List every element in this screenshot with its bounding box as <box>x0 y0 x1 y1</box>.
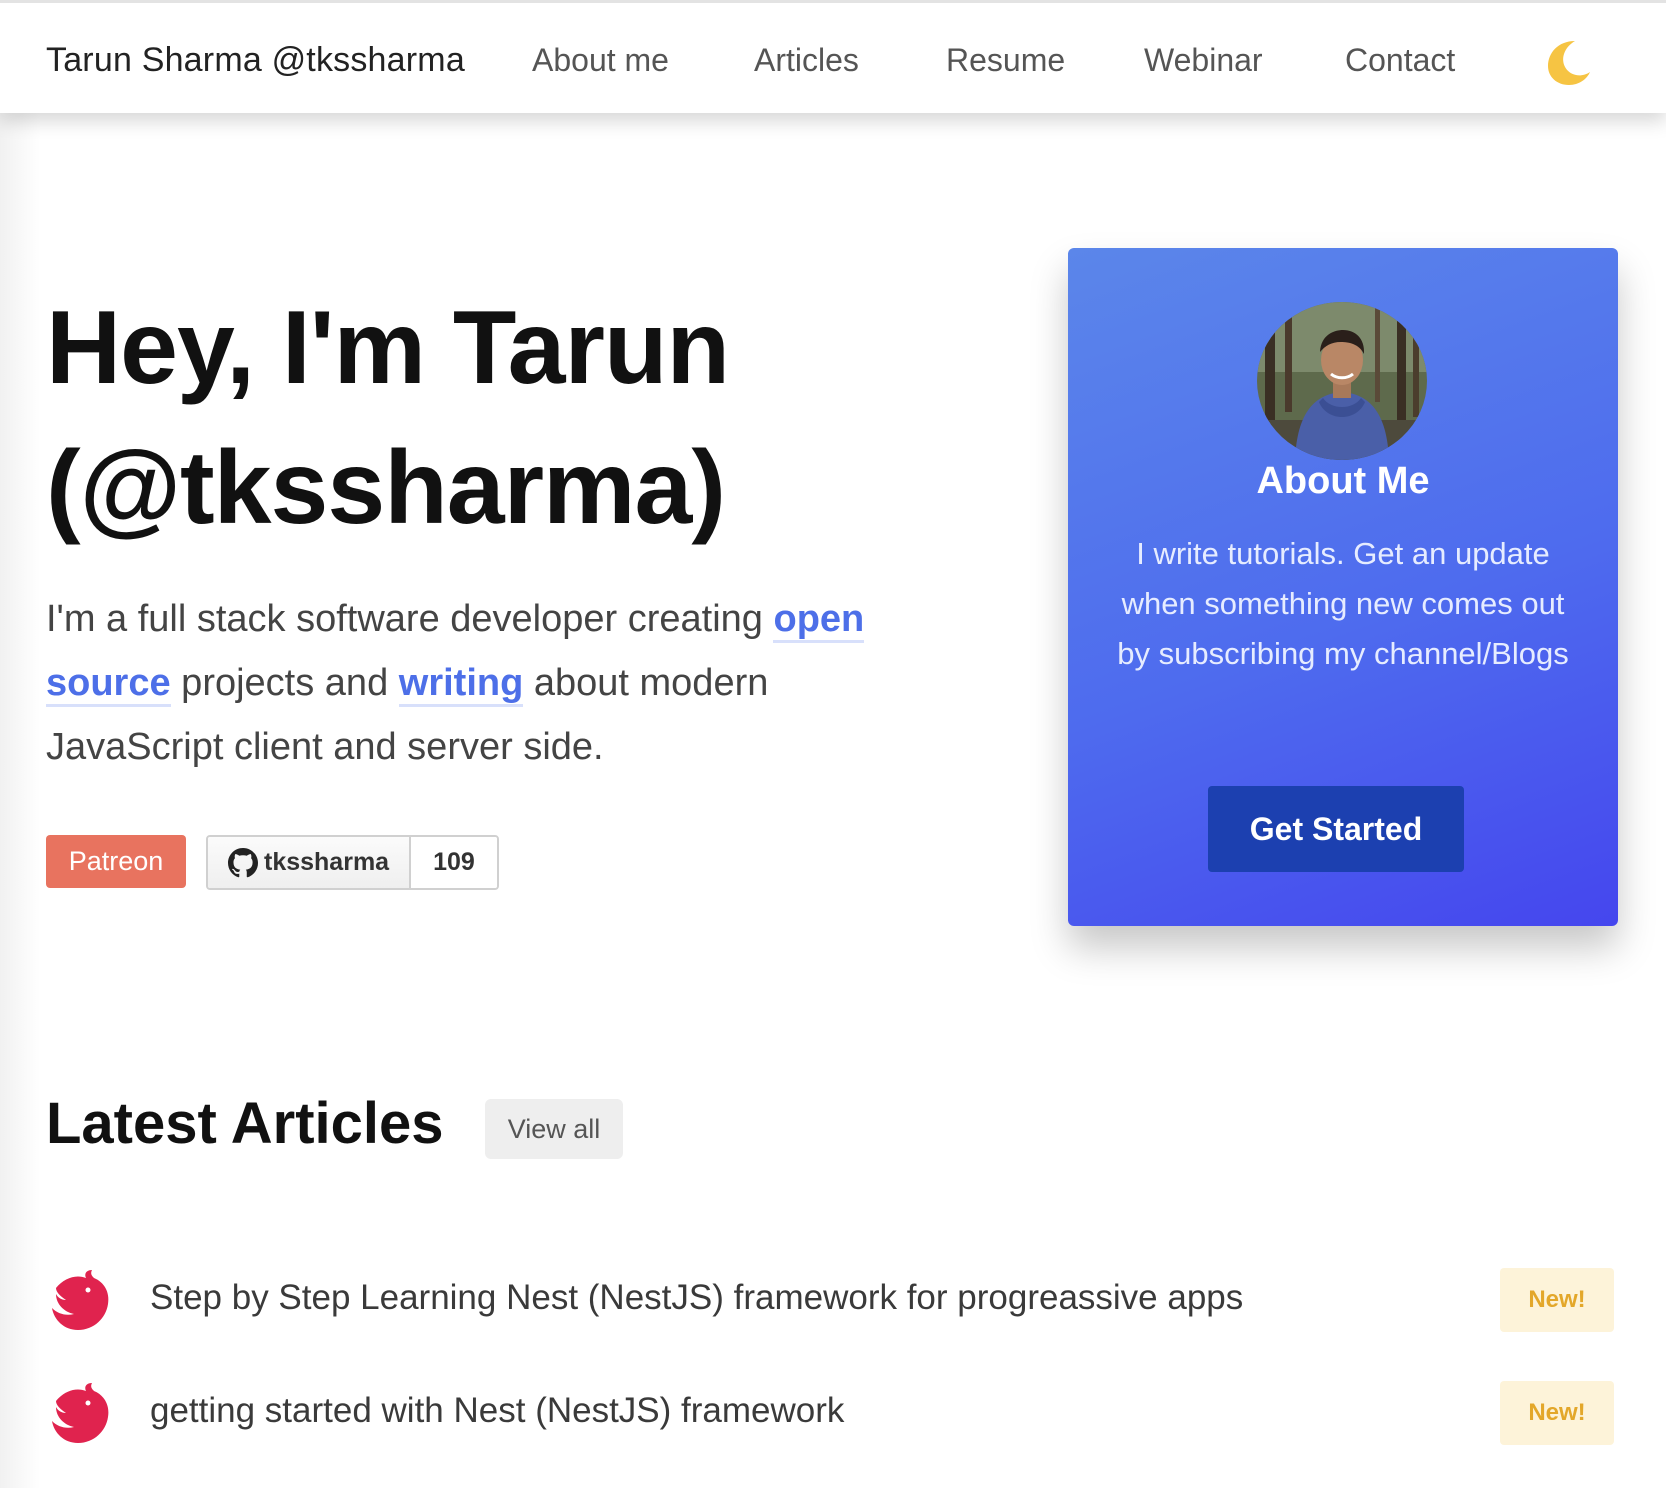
article-title[interactable]: Step by Step Learning Nest (NestJS) fram… <box>150 1278 1243 1318</box>
hero-description: I'm a full stack software developer crea… <box>46 587 926 779</box>
nav-link-contact[interactable]: Contact <box>1345 42 1455 79</box>
patreon-button[interactable]: Patreon <box>46 835 186 888</box>
github-username: tkssharma <box>264 848 390 876</box>
new-badge: New! <box>1500 1381 1614 1445</box>
avatar <box>1257 302 1427 460</box>
hero-title-line-1: Hey, I'm Tarun <box>46 290 730 406</box>
site-brand-link[interactable]: Tarun Sharma @tkssharma <box>46 41 465 80</box>
get-started-button[interactable]: Get Started <box>1208 786 1464 872</box>
github-follow-button[interactable]: tkssharma <box>208 837 412 888</box>
hero-title: Hey, I'm Tarun (@tkssharma) <box>46 278 730 558</box>
about-me-card: About Me I write tutorials. Get an updat… <box>1068 248 1618 926</box>
nav-link-about[interactable]: About me <box>532 42 669 79</box>
top-navbar: Tarun Sharma @tkssharma About me Article… <box>0 0 1666 113</box>
nav-link-articles[interactable]: Articles <box>754 42 859 79</box>
nav-link-resume[interactable]: Resume <box>946 42 1065 79</box>
about-me-text: I write tutorials. Get an update when so… <box>1117 536 1569 671</box>
nav-link-webinar[interactable]: Webinar <box>1144 42 1263 79</box>
hero-title-line-2: (@tkssharma) <box>46 430 726 546</box>
list-item[interactable]: getting started with Nest (NestJS) frame… <box>46 1381 1616 1451</box>
view-all-button[interactable]: View all <box>485 1099 623 1159</box>
nestjs-logo-icon <box>46 1268 114 1334</box>
about-me-title: About Me <box>1256 460 1430 502</box>
article-title[interactable]: getting started with Nest (NestJS) frame… <box>150 1391 844 1431</box>
hero-desc-text-2: projects and <box>170 662 399 704</box>
new-badge: New! <box>1500 1268 1614 1332</box>
moon-icon[interactable] <box>1542 35 1596 89</box>
github-follower-count[interactable]: 109 <box>411 837 497 888</box>
writing-link[interactable]: writing <box>398 662 524 707</box>
latest-articles-heading: Latest Articles <box>46 1091 444 1156</box>
github-follow-badge[interactable]: tkssharma 109 <box>206 835 499 890</box>
nestjs-logo-icon <box>46 1381 114 1447</box>
hero-desc-text-1: I'm a full stack software developer crea… <box>46 598 774 640</box>
page-edge-shade <box>0 0 40 1488</box>
github-icon <box>228 847 258 877</box>
list-item[interactable]: Step by Step Learning Nest (NestJS) fram… <box>46 1268 1616 1338</box>
